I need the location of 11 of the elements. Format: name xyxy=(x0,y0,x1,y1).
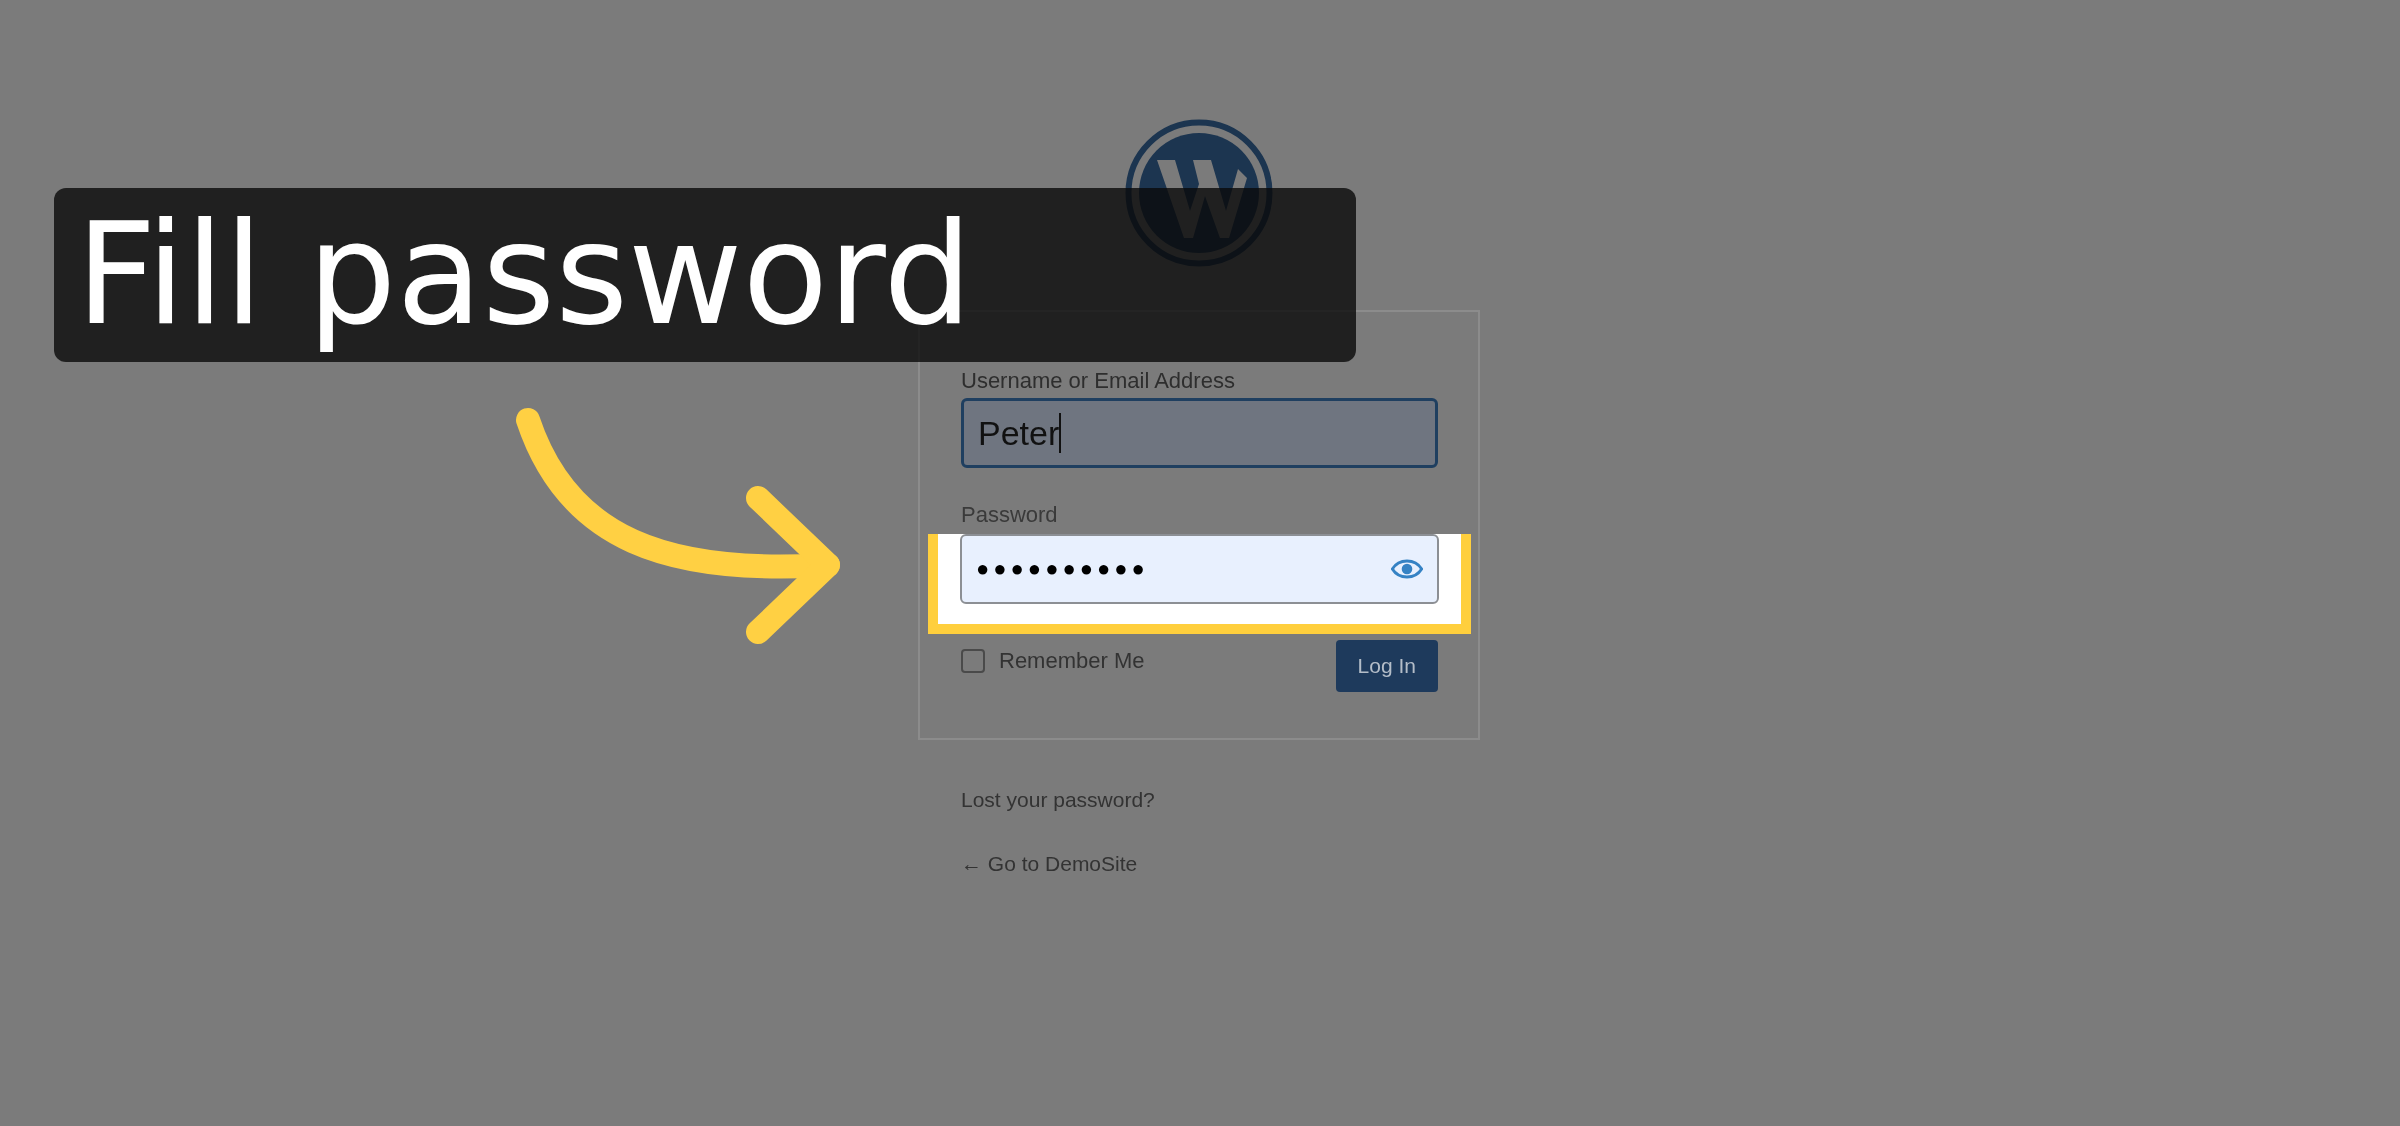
username-field[interactable]: Peter xyxy=(961,398,1438,468)
password-field[interactable]: ●●●●●●●●●● xyxy=(960,534,1439,604)
text-link[interactable]: ← Go to DemoSite xyxy=(961,852,1138,876)
username-label: Username or Email Address xyxy=(961,368,1235,394)
caption-text: Fill password xyxy=(76,192,973,358)
login-button[interactable]: Log In xyxy=(1335,640,1438,692)
text-link[interactable]: Lost your password? xyxy=(961,788,1155,812)
remember-checkbox[interactable] xyxy=(961,649,985,673)
remember-label: Remember Me xyxy=(999,648,1145,674)
eye-icon[interactable] xyxy=(1391,558,1423,580)
password-label: Password xyxy=(961,502,1058,528)
